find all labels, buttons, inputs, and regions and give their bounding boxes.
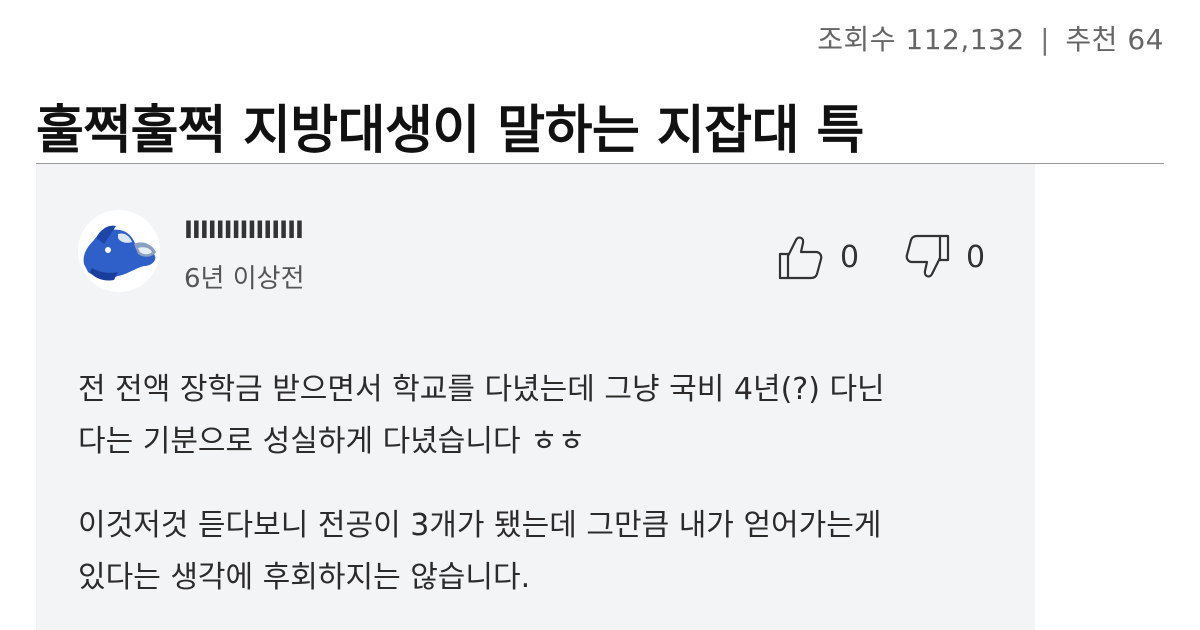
- avatar[interactable]: [78, 210, 160, 292]
- views-count: 112,132: [905, 23, 1025, 56]
- avatar-image: [83, 225, 156, 281]
- comment-paragraph: 이것저것 듣다보니 전공이 3개가 됐는데 그만큼 내가 얻어가는게 있다는 생…: [78, 500, 998, 604]
- dislike-button[interactable]: 0: [902, 232, 985, 282]
- comment-line: 다는 기분으로 성실하게 다녔습니다 ㅎㅎ: [78, 424, 586, 459]
- comment-card: IIIIIIIIIIIIIII 6년 이상전 0 0 전 전액 장학금 받으면서…: [36, 164, 1035, 630]
- like-count: 0: [840, 239, 860, 275]
- comment-username[interactable]: IIIIIIIIIIIIIII: [184, 216, 304, 244]
- like-button[interactable]: 0: [776, 232, 859, 282]
- post-title: 훌쩍훌쩍 지방대생이 말하는 지잡대 특: [36, 101, 864, 161]
- recommend-count: 64: [1127, 23, 1164, 56]
- thumbs-up-icon: [776, 232, 826, 282]
- comment-paragraph: 전 전액 장학금 받으면서 학교를 다녔는데 그냥 국비 4년(?) 다닌 다는…: [78, 364, 998, 468]
- comment-timestamp: 6년 이상전: [184, 264, 305, 294]
- comment-line: 있다는 생각에 후회하지는 않습니다.: [78, 560, 531, 595]
- dislike-count: 0: [966, 239, 986, 275]
- comment-line: 이것저것 듣다보니 전공이 3개가 됐는데 그만큼 내가 얻어가는게: [78, 508, 882, 543]
- views-label: 조회수: [817, 23, 896, 56]
- recommend-label: 추천: [1065, 23, 1118, 56]
- comment-line: 전 전액 장학금 받으면서 학교를 다녔는데 그냥 국비 4년(?) 다닌: [78, 372, 885, 407]
- thumbs-down-icon: [902, 232, 952, 282]
- stats-separator: |: [1040, 23, 1051, 56]
- post-stats: 조회수 112,132 | 추천 64: [817, 18, 1164, 58]
